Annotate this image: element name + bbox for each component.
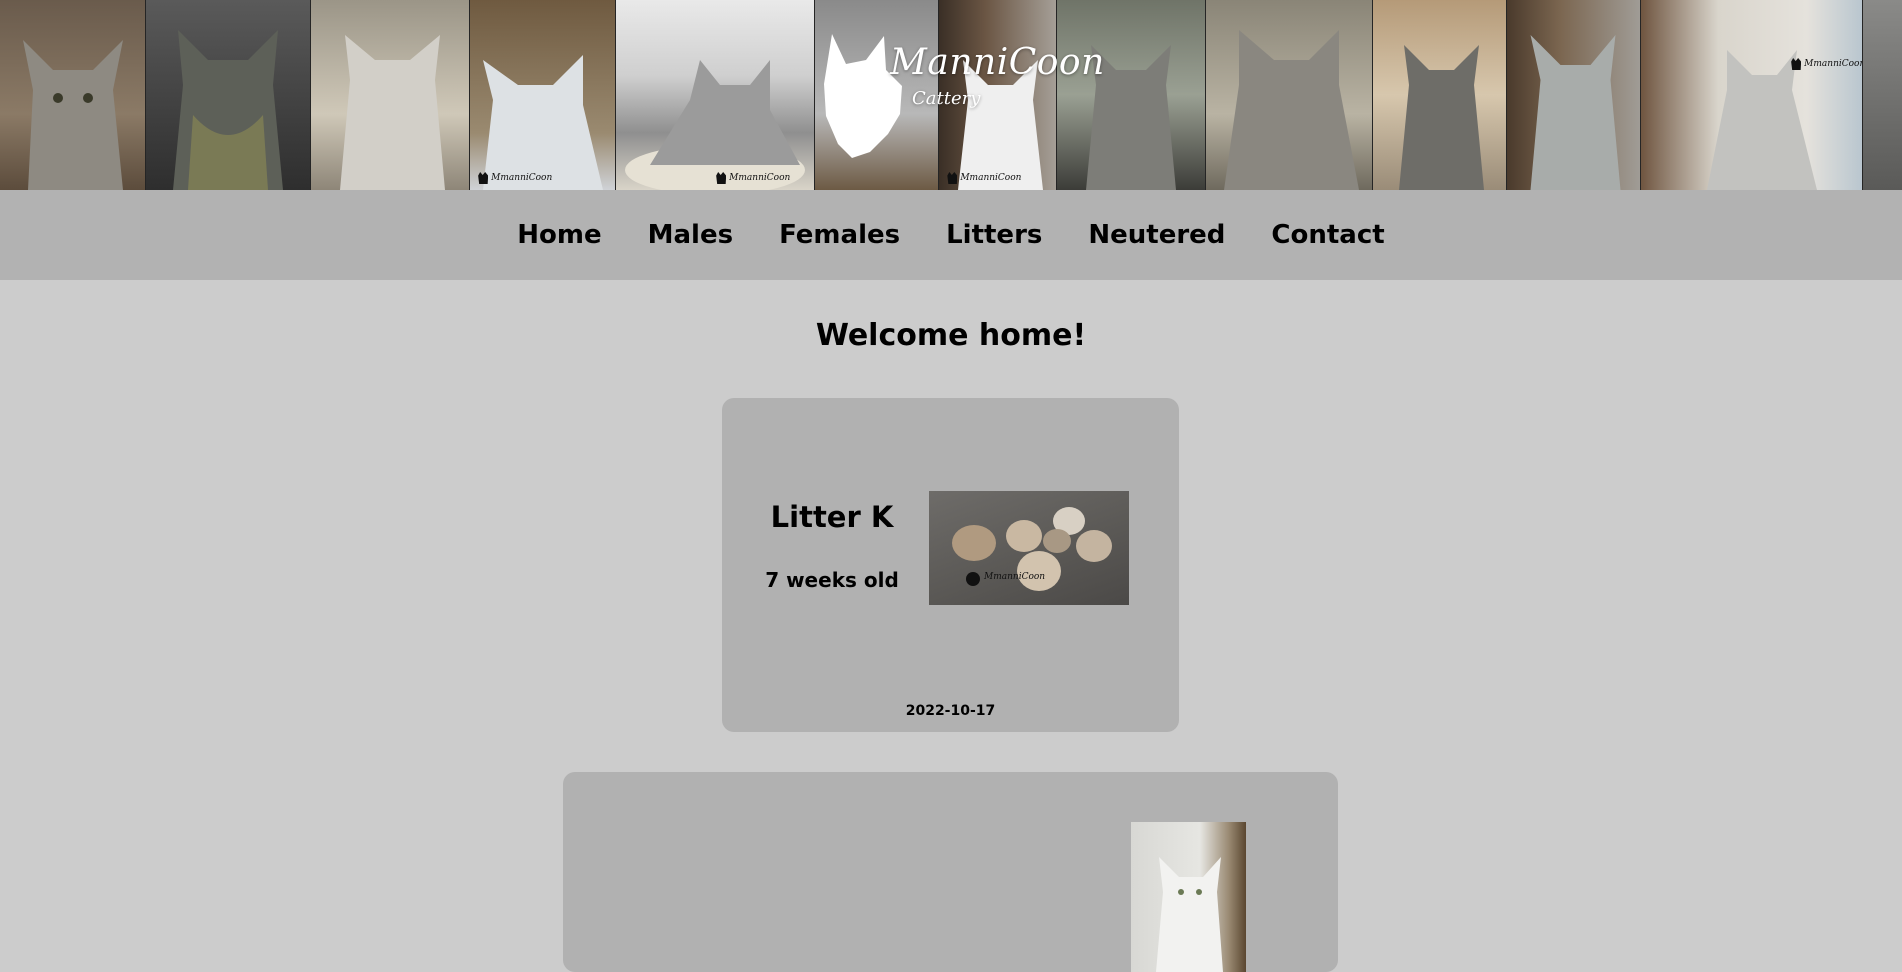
- brand-name: ManniCoon: [890, 42, 1105, 83]
- post-date: 2022-10-17: [905, 703, 996, 719]
- post-subtitle: 7 weeks old: [765, 568, 899, 592]
- cat-photo: [1372, 0, 1507, 190]
- nav-home[interactable]: Home: [517, 220, 601, 250]
- cat-photo: [310, 0, 471, 190]
- watermark-logo: MmanniCoon: [1791, 58, 1862, 70]
- watermark-logo: MmanniCoon: [478, 172, 552, 184]
- nav-contact[interactable]: Contact: [1271, 220, 1384, 250]
- cat-photo: [1206, 0, 1373, 190]
- post-title: Litter K: [770, 500, 894, 534]
- nav-litters[interactable]: Litters: [946, 220, 1042, 250]
- watermark-logo: MmanniCoon: [947, 172, 1021, 184]
- white-cat-photo[interactable]: [1131, 822, 1246, 972]
- site-logo[interactable]: ManniCoon Cattery: [822, 34, 1104, 159]
- kittens-photo[interactable]: MmanniCoon: [929, 491, 1129, 605]
- watermark-logo: MmanniCoon: [716, 172, 790, 184]
- post-card[interactable]: Litter K 7 weeks old MmanniCoon 2022-10-…: [722, 398, 1179, 732]
- cat-photo: MmanniCoon: [470, 0, 617, 190]
- cat-photo: MmanniCoon: [616, 0, 815, 190]
- post-card[interactable]: [563, 772, 1338, 972]
- nav-neutered[interactable]: Neutered: [1088, 220, 1225, 250]
- nav-males[interactable]: Males: [648, 220, 733, 250]
- cat-photo: [1506, 0, 1642, 190]
- cat-photo: [146, 0, 311, 190]
- cat-photo: MmanniCoon: [1641, 0, 1864, 190]
- nav-females[interactable]: Females: [779, 220, 900, 250]
- header-banner: MmanniCoon MmanniCoon MmanniCoon MmanniC…: [0, 0, 1902, 190]
- brand-subtitle: Cattery: [912, 88, 981, 109]
- cat-photo: [1863, 0, 1902, 190]
- cat-photo: [0, 0, 147, 190]
- page-title: Welcome home!: [815, 318, 1087, 353]
- svg-text:MmanniCoon: MmanniCoon: [983, 572, 1045, 582]
- main-nav: Home Males Females Litters Neutered Cont…: [0, 190, 1902, 280]
